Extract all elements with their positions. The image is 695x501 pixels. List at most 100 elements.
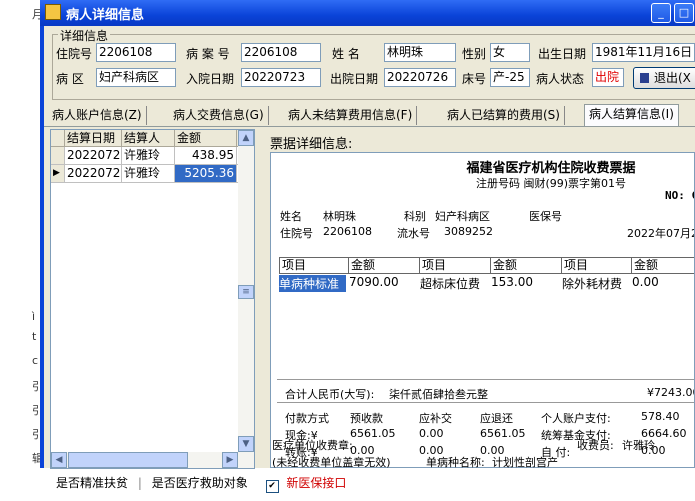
discharge-date-field[interactable]: 20220726 (384, 68, 456, 87)
record-no-field[interactable]: 2206108 (241, 43, 321, 62)
status-field[interactable]: 出院 (592, 68, 624, 87)
grid-cell-person[interactable]: 许雅玲 (122, 165, 175, 183)
exit-button-label: 退出(X (654, 71, 691, 85)
grid-cell-date[interactable]: 20220726 (65, 165, 122, 183)
gender-label: 性别 (462, 47, 487, 61)
background-char: ì (32, 310, 36, 323)
name-field[interactable]: 林明珠 (384, 43, 456, 62)
background-options-bar: 是否精准扶贫 | 是否医疗救助对象 ✔ 新医保接口 (56, 476, 347, 493)
receipt-dept-label: 科别 (404, 210, 426, 223)
scroll-down-icon[interactable]: ▼ (238, 436, 254, 452)
amount-header: 金额 (490, 257, 562, 274)
background-app-left-edge: 月 ì t c 引 引 引 辑 (0, 0, 43, 501)
scroll-thumb[interactable]: ≡ (238, 285, 254, 299)
bed-label: 床号 (462, 72, 487, 86)
cash-refund: 6561.05 (480, 427, 526, 440)
total-label: 合计人民币(大写): (285, 388, 375, 401)
app-icon (45, 4, 61, 20)
receipt-insurance-label: 医保号 (529, 210, 562, 223)
receipt-dept: 妇产科病区 (435, 210, 490, 223)
background-option-poverty[interactable]: 是否精准扶贫 (56, 476, 128, 490)
receipt-panel: 福建省医疗机构住院收费票据 注册号码 闽财(99)票字第01号 NO: C 姓名… (270, 152, 695, 468)
item-header: 项目 (419, 257, 491, 274)
grid-header-amount[interactable]: 金额 (175, 130, 237, 147)
checkbox-checked-icon[interactable]: ✔ (265, 480, 279, 493)
personal-account-value: 578.40 (641, 410, 680, 423)
receipt-serial: 3089252 (444, 225, 493, 238)
receipt-number: NO: C (665, 189, 695, 202)
current-row-arrow-icon: ▶ (51, 165, 65, 183)
birth-date-field[interactable]: 1981年11月16日 (592, 43, 695, 62)
grid-vertical-scrollbar[interactable]: ▲ ≡ ▼ (238, 130, 254, 452)
ward-field[interactable]: 妇产科病区 (96, 68, 176, 87)
total-amount: ¥7243.00 (647, 386, 695, 399)
disease-name: 计划性剖宫产 (492, 456, 558, 469)
grid-cell-amount[interactable]: 438.95 (175, 147, 237, 165)
background-option-new-insurance[interactable]: 新医保接口 (286, 476, 346, 490)
receipt-admission-no: 2206108 (323, 225, 372, 238)
maximize-button[interactable]: □ (674, 3, 694, 23)
record-no-label: 病 案 号 (186, 47, 230, 61)
grid-cell-amount-selected[interactable]: 5205.36 (175, 165, 237, 183)
receipt-item-name-selected[interactable]: 单病种标准 (279, 275, 346, 292)
receipt-admission-label: 住院号 (280, 227, 313, 240)
gender-field[interactable]: 女 (490, 43, 530, 62)
receipt-name: 林明珠 (323, 210, 356, 223)
grid-corner (51, 130, 65, 147)
tab-unsettled-fees[interactable]: 病人未结算费用信息(F) (284, 106, 418, 125)
disease-label: 单病种名称: (426, 456, 485, 469)
tab-settlement-info[interactable]: 病人结算信息(I) (584, 104, 679, 126)
bed-field[interactable]: 产-25 (490, 68, 530, 87)
background-char: t (32, 330, 37, 343)
receipt-panel-label: 票据详细信息: (270, 137, 353, 152)
grid-cell-date[interactable]: 20220726 (65, 147, 122, 165)
minimize-button[interactable]: _ (651, 3, 671, 23)
amount-header: 金额 (348, 257, 420, 274)
birth-date-label: 出生日期 (538, 47, 587, 61)
title-bar[interactable]: 病人详细信息 _ □ (40, 0, 695, 26)
window-title: 病人详细信息 (66, 8, 145, 23)
scroll-left-icon[interactable]: ◀ (51, 452, 67, 468)
tab-settled-fees[interactable]: 病人已结算的费用(S) (443, 106, 565, 125)
background-app-bottom-edge: 是否精准扶贫 | 是否医疗救助对象 ✔ 新医保接口 (0, 468, 695, 501)
total-words: 柒仟贰佰肆拾叁元整 (389, 388, 488, 401)
scroll-right-icon[interactable]: ▶ (222, 452, 238, 468)
validity-note: (未经收费单位盖章无效) (272, 456, 391, 469)
horizontal-scroll-thumb[interactable] (68, 452, 188, 468)
tab-strip: 病人账户信息(Z) 病人交费信息(G) 病人未结算费用信息(F) 病人已结算的费… (44, 104, 695, 127)
receipt-item-name: 除外耗材费 (562, 277, 623, 291)
receipt-registration-code: 注册号码 闽财(99)票字第01号 (475, 177, 627, 190)
background-char: c (32, 354, 39, 367)
patient-detail-window: 病人详细信息 _ □ 详细信息 住院号 2206108 病 案 号 220610… (40, 0, 695, 469)
item-header: 项目 (561, 257, 632, 274)
discharge-date-label: 出院日期 (330, 72, 379, 86)
grid-horizontal-scrollbar[interactable]: ◀ ▶ (51, 452, 254, 468)
total-top-rule (277, 379, 694, 380)
admission-no-label: 住院号 (56, 47, 93, 61)
settlement-grid[interactable]: 结算日期 结算人 金额 开 20220726 许雅玲 438.95 20 ▶ 2… (50, 129, 255, 469)
status-label: 病人状态 (536, 72, 585, 86)
cashier-label: 收费员: (577, 439, 614, 452)
receipt-date: 2022年07月26日 (627, 227, 694, 240)
amount-header: 金额 (631, 257, 694, 274)
grid-header-person[interactable]: 结算人 (122, 130, 175, 147)
payment-header: 预收款 (350, 412, 383, 425)
item-header: 项目 (279, 257, 349, 274)
tab-payment-info[interactable]: 病人交费信息(G) (169, 106, 269, 125)
exit-button[interactable]: 退出(X (633, 67, 695, 89)
cashier-name: 许雅玲 (622, 439, 655, 452)
receipt-name-label: 姓名 (280, 210, 302, 223)
payment-header: 付款方式 (285, 412, 329, 425)
window-client-area: 详细信息 住院号 2206108 病 案 号 2206108 姓 名 林明珠 性… (44, 26, 695, 469)
personal-account-label: 个人账户支付: (541, 412, 611, 425)
scroll-up-icon[interactable]: ▲ (238, 130, 254, 146)
tab-account-info[interactable]: 病人账户信息(Z) (48, 106, 147, 125)
receipt-item-amount: 0.00 (632, 275, 659, 289)
grid-cell-person[interactable]: 许雅玲 (122, 147, 175, 165)
payment-header: 应退还 (480, 412, 513, 425)
background-option-medical-aid[interactable]: 是否医疗救助对象 (152, 476, 248, 490)
grid-header-date[interactable]: 结算日期 (65, 130, 122, 147)
admission-no-field[interactable]: 2206108 (96, 43, 176, 62)
admit-date-field[interactable]: 20220723 (241, 68, 321, 87)
name-label: 姓 名 (332, 47, 360, 61)
